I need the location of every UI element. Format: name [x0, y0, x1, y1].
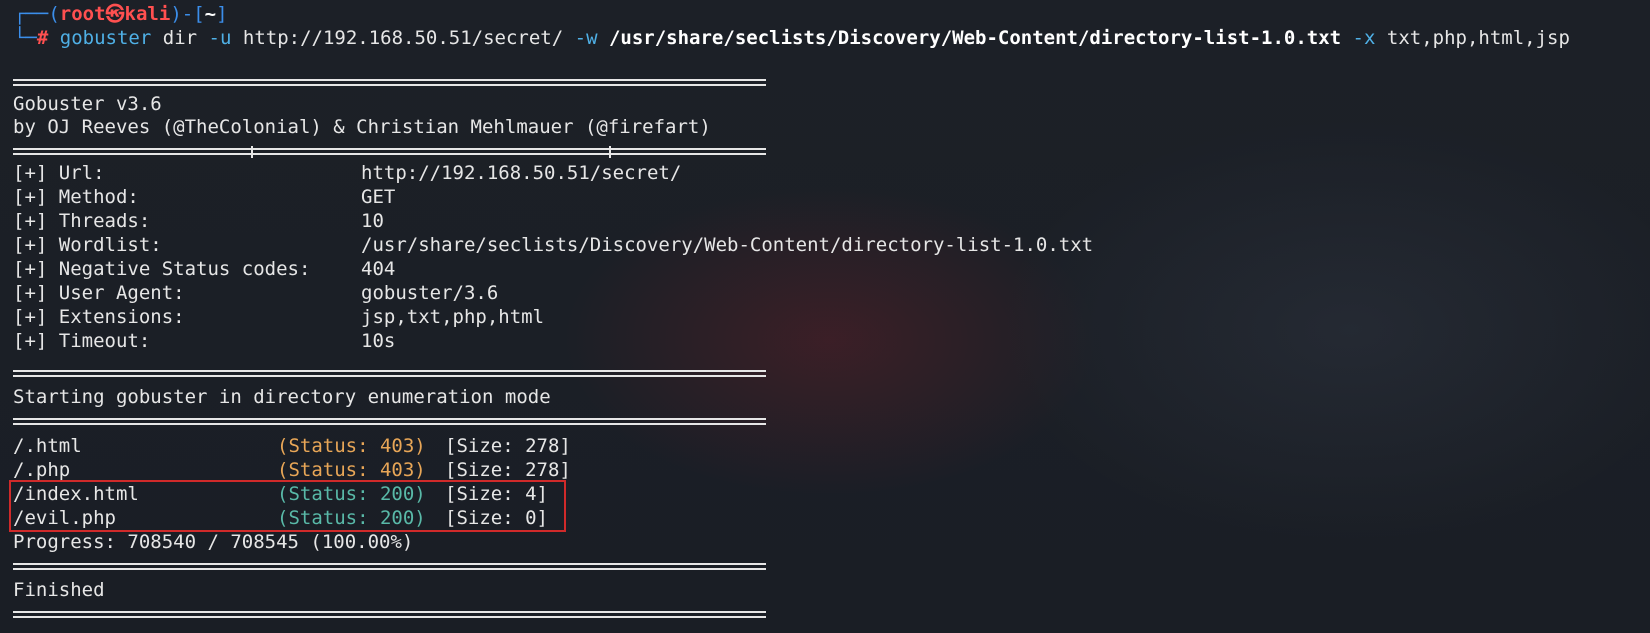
config-row: [+] Method: GET	[13, 185, 1113, 209]
result-size: [Size: 278]	[445, 459, 571, 481]
config-key: [+] User Agent:	[13, 282, 185, 304]
wordlist-flag: -w	[574, 27, 598, 49]
prompt-host: kali	[124, 3, 171, 25]
command-wordlist: /usr/share/seclists/Discovery/Web-Conten…	[608, 27, 1342, 49]
prompt-frame-mid: )-[	[170, 3, 205, 25]
config-value: /usr/share/seclists/Discovery/Web-Conten…	[361, 234, 1094, 256]
config-row: [+] Extensions: jsp,txt,php,html	[13, 305, 1113, 329]
result-row: /.html (Status: 403) [Size: 278]	[13, 434, 613, 458]
banner-authors: by OJ Reeves (@TheColonial) & Christian …	[13, 116, 711, 138]
config-key: [+] Timeout:	[13, 330, 151, 352]
status-403-label: (Status: 403)	[277, 459, 426, 481]
config-row: [+] Timeout: 10s	[13, 329, 1113, 353]
command-line[interactable]: └─# gobuster dir -u http://192.168.50.51…	[14, 26, 1570, 50]
config-row: [+] Negative Status codes: 404	[13, 257, 1113, 281]
prompt-user: root	[59, 3, 106, 25]
config-key: [+] Negative Status codes:	[13, 258, 311, 280]
config-row: [+] Url: http://192.168.50.51/secret/	[13, 161, 1113, 185]
result-size: [Size: 278]	[445, 435, 571, 457]
prompt-header: ┌──(root㉿kali)-[~]	[14, 2, 228, 26]
separator-tick	[609, 146, 611, 158]
separator-line	[13, 418, 766, 425]
config-key: [+] Extensions:	[13, 306, 185, 328]
kali-skull-icon: ㉿	[105, 3, 125, 25]
config-value: 404	[361, 258, 396, 280]
prompt-frame-bottom: └─	[14, 27, 37, 49]
banner-version: Gobuster v3.6	[13, 93, 162, 115]
result-path: /.php	[13, 459, 71, 481]
command-mode: dir	[162, 27, 198, 49]
config-key: [+] Method:	[13, 186, 139, 208]
root-hash-symbol: #	[36, 27, 49, 49]
config-value: GET	[361, 186, 396, 208]
config-value: http://192.168.50.51/secret/	[361, 162, 682, 184]
prompt-path: ~	[204, 3, 217, 25]
start-message: Starting gobuster in directory enumerati…	[13, 386, 551, 408]
separator-line	[13, 563, 766, 570]
separator-line	[13, 79, 766, 86]
config-key: [+] Url:	[13, 162, 105, 184]
result-path: /.html	[13, 435, 82, 457]
command-extensions: txt,php,html,jsp	[1386, 27, 1570, 49]
separator-line	[13, 370, 766, 377]
separator-line	[13, 611, 766, 618]
url-flag: -u	[208, 27, 232, 49]
prompt-frame-close: ]	[216, 3, 228, 25]
progress-line: Progress: 708540 / 708545 (100.00%)	[13, 531, 414, 553]
highlight-box	[9, 480, 566, 532]
terminal-window[interactable]: ┌──(root㉿kali)-[~] └─# gobuster dir -u h…	[0, 0, 1650, 633]
finished-message: Finished	[13, 579, 105, 601]
prompt-frame-open: ┌──(	[14, 3, 60, 25]
config-value: jsp,txt,php,html	[361, 306, 545, 328]
config-key: [+] Threads:	[13, 210, 151, 232]
config-value: 10	[361, 210, 384, 232]
command-program: gobuster	[59, 27, 152, 49]
command-url: http://192.168.50.51/secret/	[242, 27, 564, 49]
config-row: [+] Threads: 10	[13, 209, 1113, 233]
config-key: [+] Wordlist:	[13, 234, 162, 256]
config-row: [+] User Agent: gobuster/3.6	[13, 281, 1113, 305]
extensions-flag: -x	[1352, 27, 1376, 49]
config-row: [+] Wordlist: /usr/share/seclists/Discove…	[13, 233, 1113, 257]
separator-tick	[251, 146, 253, 158]
result-row: /.php (Status: 403) [Size: 278]	[13, 458, 613, 482]
config-value: gobuster/3.6	[361, 282, 499, 304]
config-value: 10s	[361, 330, 396, 352]
separator-line	[13, 146, 766, 158]
status-403-label: (Status: 403)	[277, 435, 426, 457]
